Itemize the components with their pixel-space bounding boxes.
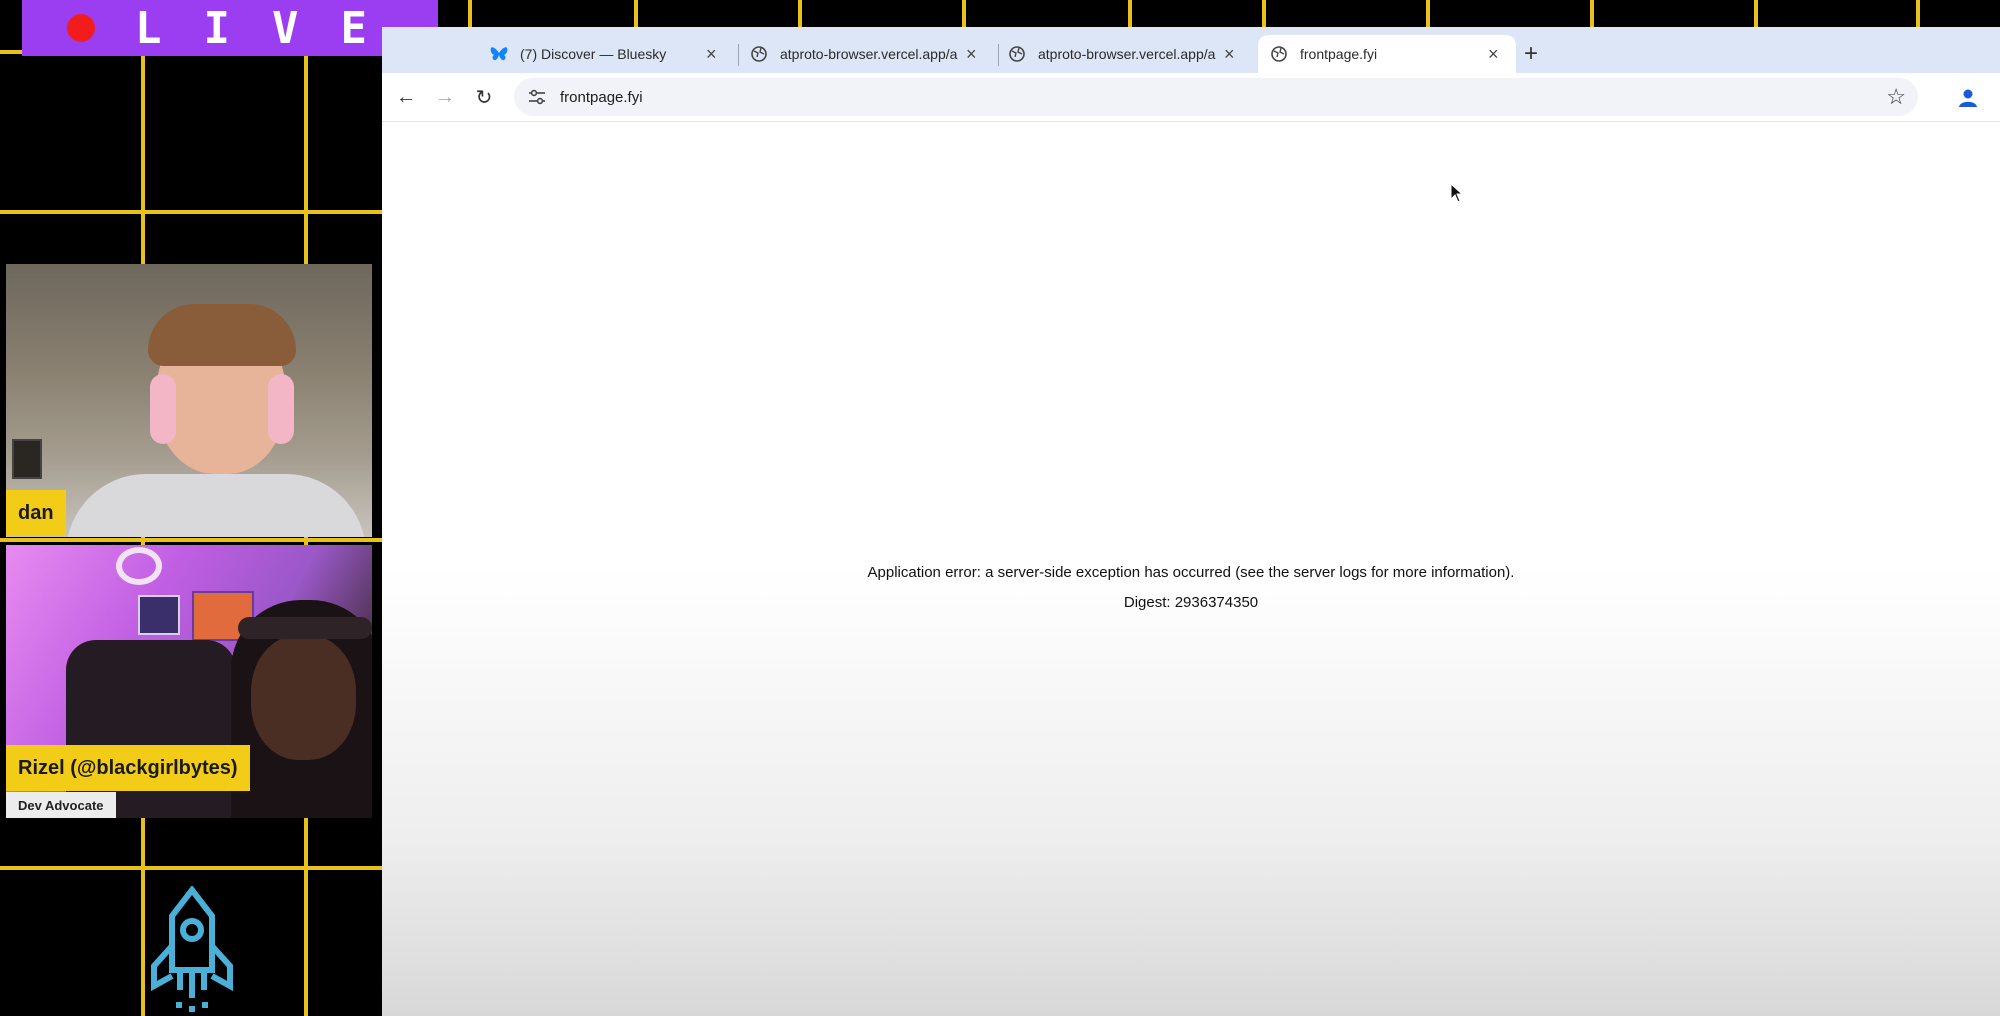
close-tab-icon[interactable]: × — [706, 44, 717, 65]
grid-line — [1426, 0, 1430, 28]
close-tab-icon[interactable]: × — [966, 44, 977, 65]
address-bar[interactable]: frontpage.fyi ☆ — [514, 78, 1918, 116]
grid-line — [0, 866, 385, 870]
tab-atproto-browser-1[interactable]: atproto-browser.vercel.app/a × — [750, 35, 977, 73]
close-tab-icon[interactable]: × — [1224, 44, 1235, 65]
profile-avatar-icon[interactable] — [1954, 83, 1982, 111]
globe-icon — [1270, 45, 1288, 63]
close-tab-icon[interactable]: × — [1488, 44, 1499, 65]
mouse-cursor-icon — [1450, 183, 1464, 203]
forward-arrow-icon[interactable]: → — [431, 83, 459, 111]
participant-name-tag: dan — [6, 490, 66, 536]
ring-light — [116, 547, 162, 585]
rocket-icon — [151, 886, 233, 1012]
headphones-icon — [150, 374, 176, 444]
error-message: Application error: a server-side excepti… — [867, 564, 1515, 581]
wall-frame — [12, 439, 42, 479]
recording-dot-icon — [67, 14, 95, 42]
site-settings-icon[interactable] — [526, 89, 548, 105]
tab-atproto-browser-2[interactable]: atproto-browser.vercel.app/a × — [1008, 35, 1235, 73]
wall-poster — [138, 595, 180, 635]
tab-strip: (7) Discover — Bluesky × atproto-browser… — [382, 27, 2000, 73]
participant-role-tag: Dev Advocate — [6, 792, 116, 818]
tab-label: atproto-browser.vercel.app/a — [1038, 46, 1216, 62]
error-digest: Digest: 2936374350 — [1123, 594, 1259, 611]
tab-divider — [738, 44, 739, 66]
tab-frontpage-active[interactable]: frontpage.fyi × — [1258, 35, 1516, 73]
grid-line — [1754, 0, 1758, 28]
globe-icon — [750, 45, 768, 63]
reload-icon[interactable]: ↻ — [470, 83, 498, 111]
person-shirt — [66, 474, 366, 537]
bluesky-butterfly-icon — [490, 45, 508, 63]
grid-line — [1262, 0, 1266, 28]
browser-window: (7) Discover — Bluesky × atproto-browser… — [382, 27, 2000, 1016]
grid-line — [1590, 0, 1594, 28]
tab-bluesky-discover[interactable]: (7) Discover — Bluesky × — [490, 35, 717, 73]
grid-line — [468, 0, 472, 28]
grid-line — [962, 0, 966, 28]
bookmark-star-icon[interactable]: ☆ — [1886, 84, 1906, 110]
tab-label: atproto-browser.vercel.app/a — [780, 46, 958, 62]
tab-label: (7) Discover — Bluesky — [520, 46, 667, 62]
live-label: LIVE — [135, 2, 409, 54]
grid-line — [0, 210, 385, 214]
grid-line — [0, 538, 385, 542]
person-face — [251, 635, 356, 760]
live-banner: LIVE — [22, 0, 438, 56]
tab-divider — [998, 44, 999, 66]
grid-line — [1916, 0, 1920, 28]
page-content: Application error: a server-side excepti… — [382, 122, 2000, 1016]
globe-icon — [1008, 45, 1026, 63]
headphones-icon — [268, 374, 294, 444]
person-hair — [148, 304, 296, 366]
tab-label: frontpage.fyi — [1300, 46, 1378, 62]
grid-line — [634, 0, 638, 28]
address-text: frontpage.fyi — [560, 88, 643, 106]
grid-line — [798, 0, 802, 28]
participant-name-tag: Rizel (@blackgirlbytes) — [6, 745, 250, 791]
new-tab-plus-icon[interactable]: + — [1524, 35, 1538, 73]
browser-toolbar: ← → ↻ frontpage.fyi ☆ — [382, 73, 2000, 122]
back-arrow-icon[interactable]: ← — [392, 83, 420, 111]
grid-line — [1128, 0, 1132, 28]
headband — [238, 617, 372, 639]
